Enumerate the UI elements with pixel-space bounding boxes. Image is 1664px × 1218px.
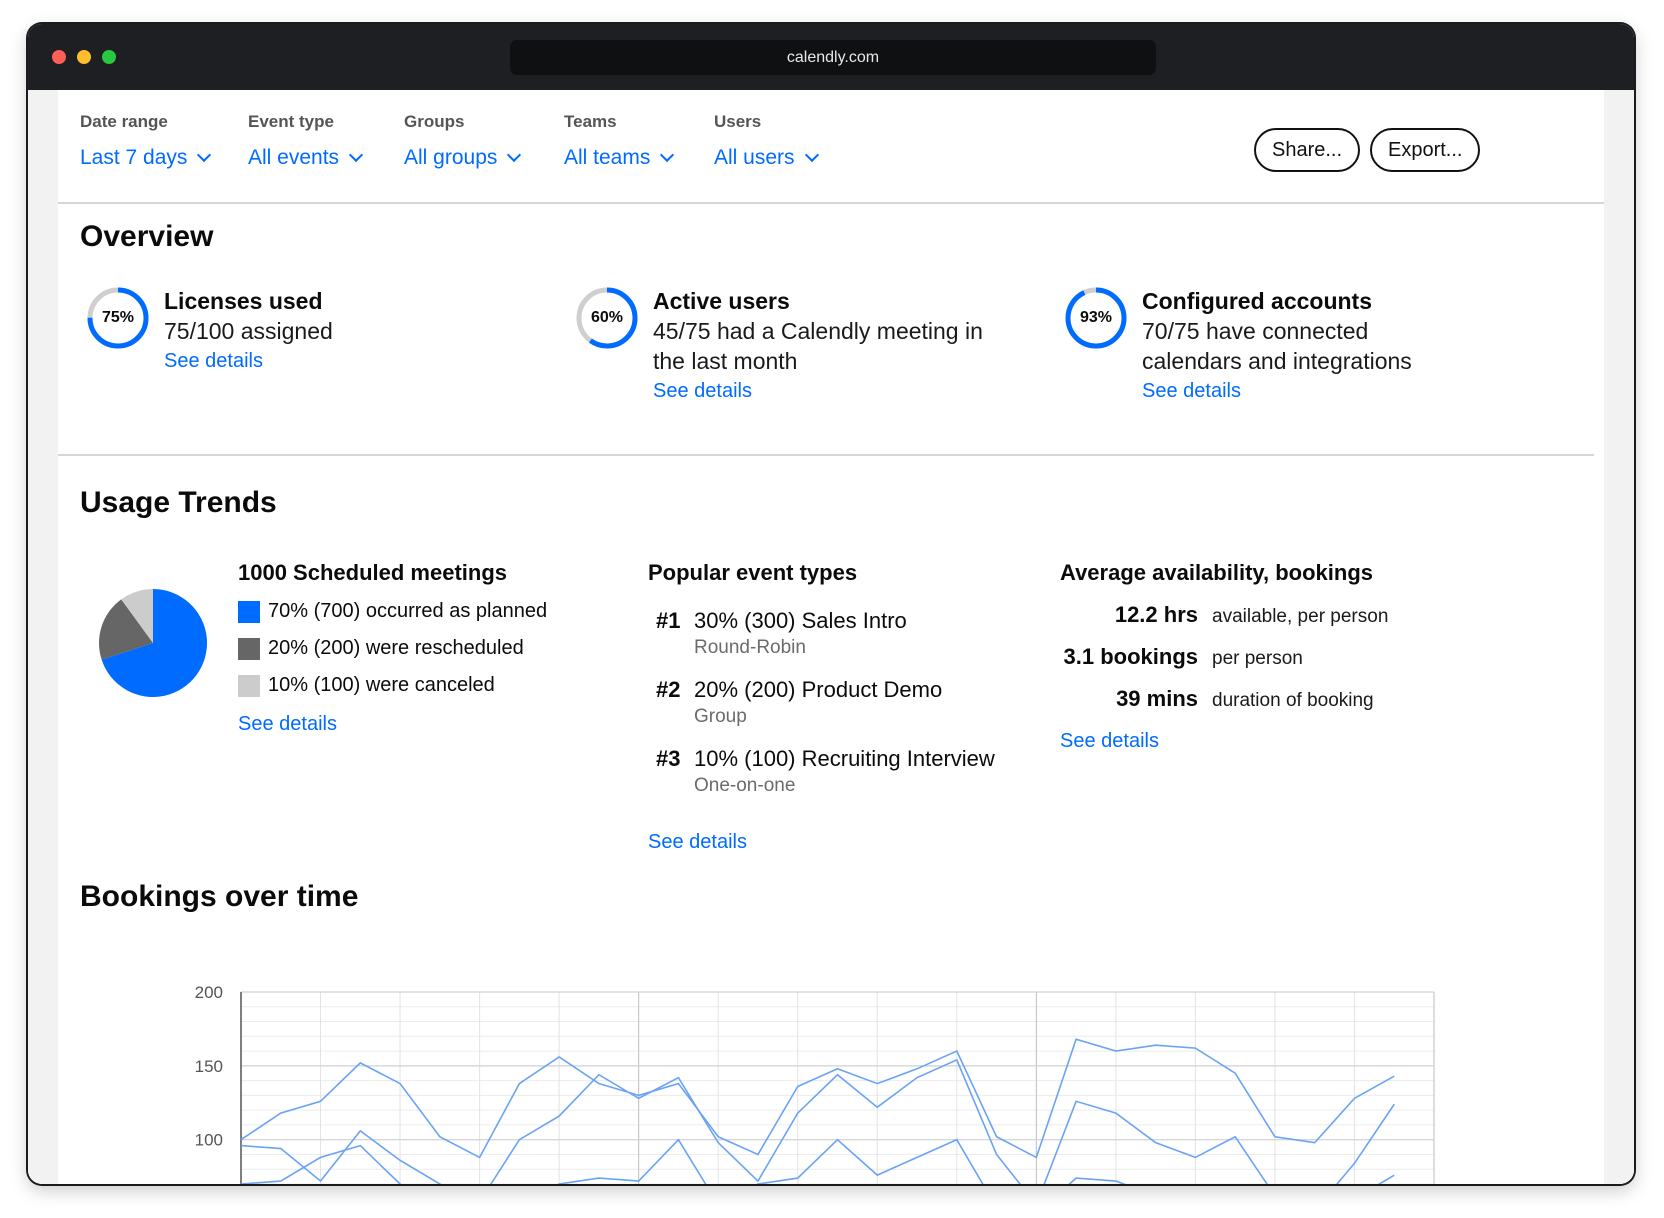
scheduled-meetings-panel: 1000 Scheduled meetings 70% (700) occurr… [238, 560, 618, 739]
filter-value: All users [714, 146, 795, 169]
legend-label: 70% (700) occurred as planned [268, 600, 548, 622]
event-type-item: #2 20% (200) Product Demo Group [648, 677, 1048, 746]
bookings-heading: Bookings over time [80, 880, 359, 913]
teams-dropdown[interactable]: All teams [564, 146, 675, 170]
filter-value: All events [248, 146, 340, 169]
filter-label: Date range [80, 112, 168, 131]
active-users-percent: 60% [590, 309, 624, 326]
stat-label: available, per person [1212, 606, 1389, 627]
filter-label: Groups [404, 112, 465, 131]
active-users-see-details-link[interactable]: See details [653, 376, 983, 406]
groups-dropdown[interactable]: All groups [404, 146, 522, 170]
right-gutter [1604, 90, 1634, 1184]
filter-label: Teams [564, 112, 617, 131]
address-bar[interactable]: calendly.com [510, 40, 1156, 75]
title-bar: calendly.com [28, 24, 1634, 90]
configured-accounts-see-details-link[interactable]: See details [1142, 376, 1442, 406]
licenses-desc: 75/100 assigned [164, 318, 333, 344]
licenses-title: Licenses used [164, 288, 323, 314]
event-type-dropdown[interactable]: All events [248, 146, 364, 170]
legend-label: 10% (100) were canceled [268, 674, 495, 696]
chevron-down-icon [660, 147, 675, 163]
filter-date-range: Date range Last 7 days [80, 112, 212, 170]
legend-label: 20% (200) were rescheduled [268, 637, 524, 659]
stat-label: per person [1212, 648, 1303, 669]
filter-value: All teams [564, 146, 651, 169]
y-tick-label: 200 [195, 983, 223, 1002]
event-kind: Round-Robin [694, 637, 806, 658]
maximize-window-button[interactable] [102, 50, 116, 64]
stat-value: 3.1 bookings [1063, 644, 1198, 669]
configured-accounts-percent: 93% [1079, 309, 1113, 326]
event-rank: #2 [656, 677, 681, 702]
availability-panel: Average availability, bookings 12.2 hrs … [1060, 560, 1480, 756]
event-kind: Group [694, 706, 747, 727]
availability-stat: 12.2 hrs available, per person [1060, 602, 1480, 628]
legend-swatch [238, 600, 260, 623]
y-tick-label: 150 [195, 1057, 223, 1076]
series-line-2 [240, 1138, 1395, 1184]
configured-accounts-desc: 70/75 have connected calendars and integ… [1142, 318, 1412, 374]
filter-value: All groups [404, 146, 498, 169]
filter-bar: Date range Last 7 days Event type All ev… [58, 90, 1604, 204]
left-gutter [28, 90, 58, 1184]
filter-value: Last 7 days [80, 146, 188, 169]
event-name: 20% (200) Product Demo [694, 677, 943, 702]
licenses-percent: 75% [101, 309, 135, 326]
availability-title: Average availability, bookings [1060, 560, 1373, 585]
overview-heading: Overview [80, 220, 214, 253]
chevron-down-icon [804, 147, 819, 163]
filter-users: Users All users [714, 112, 819, 170]
browser-window: calendly.com Date range Last 7 days Even… [28, 24, 1634, 1184]
minimize-window-button[interactable] [77, 50, 91, 64]
event-name: 30% (300) Sales Intro [694, 608, 907, 633]
legend-swatch [238, 637, 260, 660]
legend-swatch [238, 674, 260, 697]
filter-label: Event type [248, 112, 334, 131]
event-kind: One-on-one [694, 775, 796, 796]
usage-trends-heading: Usage Trends [80, 486, 277, 519]
meetings-see-details-link[interactable]: See details [238, 709, 618, 739]
date-range-dropdown[interactable]: Last 7 days [80, 146, 212, 170]
legend-item-planned: 70% (700) occurred as planned [238, 600, 618, 623]
active-users-desc: 45/75 had a Calendly meeting in the last… [653, 318, 983, 374]
legend-item-canceled: 10% (100) were canceled [238, 674, 618, 697]
filter-label: Users [714, 112, 762, 131]
popular-event-types-panel: Popular event types #1 30% (300) Sales I… [648, 560, 1048, 857]
legend-item-rescheduled: 20% (200) were rescheduled [238, 637, 618, 660]
chevron-down-icon [348, 147, 364, 163]
share-button[interactable]: Share... [1254, 128, 1361, 172]
event-rank: #3 [656, 746, 681, 771]
popular-see-details-link[interactable]: See details [648, 827, 1048, 857]
event-name: 10% (100) Recruiting Interview [694, 746, 995, 771]
series-line-1 [240, 1058, 1395, 1184]
page-content: Date range Last 7 days Event type All ev… [28, 90, 1634, 1184]
export-button[interactable]: Export... [1370, 128, 1481, 172]
section-divider [58, 454, 1594, 456]
stat-value: 39 mins [1116, 686, 1198, 711]
stat-label: duration of booking [1212, 690, 1374, 711]
popular-event-types-title: Popular event types [648, 560, 858, 585]
scheduled-meetings-title: 1000 Scheduled meetings [238, 560, 507, 585]
filter-teams: Teams All teams [564, 112, 675, 170]
event-type-item: #3 10% (100) Recruiting Interview One-on… [648, 746, 1048, 815]
bookings-line-chart: 200 150 100 [195, 983, 1435, 1184]
availability-stat: 39 mins duration of booking [1060, 686, 1480, 712]
meetings-pie-chart [99, 589, 208, 697]
licenses-see-details-link[interactable]: See details [164, 346, 494, 376]
chevron-down-icon [507, 147, 522, 163]
configured-accounts-title: Configured accounts [1142, 288, 1373, 314]
chevron-down-icon [197, 147, 212, 163]
filter-groups: Groups All groups [404, 112, 522, 170]
filter-event-type: Event type All events [248, 112, 364, 170]
y-tick-label: 100 [195, 1131, 223, 1150]
close-window-button[interactable] [52, 50, 66, 64]
availability-stat: 3.1 bookings per person [1060, 644, 1480, 670]
stat-value: 12.2 hrs [1114, 602, 1198, 627]
availability-see-details-link[interactable]: See details [1060, 726, 1480, 756]
users-dropdown[interactable]: All users [714, 146, 819, 170]
active-users-title: Active users [653, 288, 790, 314]
event-rank: #1 [656, 608, 681, 633]
event-type-item: #1 30% (300) Sales Intro Round-Robin [648, 608, 1048, 677]
